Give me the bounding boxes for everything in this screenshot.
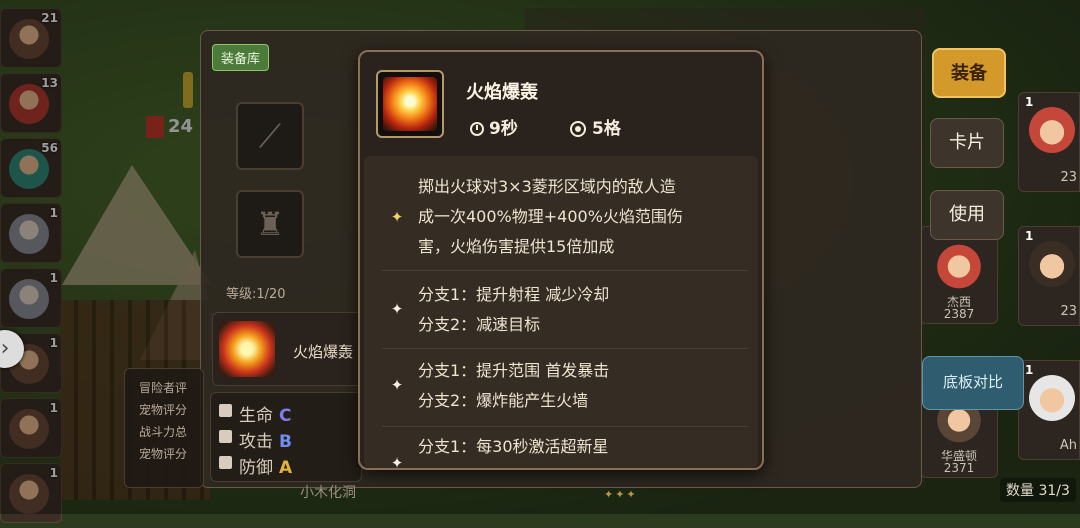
card-power: 23 — [1060, 170, 1077, 185]
card-power: Ah — [1059, 438, 1077, 453]
stat-name: 生命 — [239, 406, 273, 426]
fire-explosion-icon — [219, 321, 275, 377]
sparkle-icon: ✦ — [390, 376, 404, 394]
card-level: 1 — [1025, 95, 1034, 109]
sparkle-icon: ✦ — [390, 454, 404, 470]
hero-portrait — [1029, 107, 1075, 153]
inventory-card[interactable]: 1 Ah — [1018, 360, 1080, 460]
inventory-card[interactable]: 杰西 2387 — [920, 226, 998, 324]
fire-explosion-icon — [383, 77, 437, 131]
skill-name: 火焰爆轰 — [293, 343, 354, 361]
shield-icon — [219, 456, 232, 469]
equipment-level: 等级:1/20 — [226, 287, 286, 302]
cooldown-stat: 9秒 — [470, 114, 518, 139]
card-level: 1 — [1025, 363, 1034, 377]
item-count: 数量 31/3 — [1000, 478, 1076, 502]
description-line: 掷出火球对3×3菱形区域内的敌人造 — [418, 177, 676, 196]
adventurer-info: 冒险者评 宠物评分 战斗力总 宠物评分 — [124, 368, 204, 488]
skill-icon-frame — [376, 70, 444, 138]
skill-title: 火焰爆轰 — [466, 82, 538, 103]
branch-group: 分支1：提升范围 首发暴击 分支2：爆炸能产生火墙 — [418, 356, 738, 416]
divider — [382, 426, 748, 427]
weapon-slot[interactable]: ⟋ — [236, 102, 304, 170]
card-button[interactable]: 卡片 — [930, 118, 1004, 168]
branch-line: 分支2：爆炸能产生火墙 — [418, 391, 589, 410]
card-level: 1 — [1025, 229, 1034, 243]
sparkle-icon: ✦ — [390, 208, 404, 226]
stat-grades: 生命 C 攻击 B 防御 A — [210, 392, 362, 482]
hero-portrait — [931, 239, 987, 289]
sparkle-icon: ✦ — [390, 300, 404, 318]
branch-line: 分支1：提升射程 减少冷却 — [418, 285, 610, 304]
skill-tooltip: 火焰爆轰 9秒 5格 ✦ 掷出火球对3×3菱形区域内的敌人造 成一次400%物理… — [358, 50, 764, 470]
stat-grade: B — [279, 432, 292, 452]
info-line: 宠物评分 — [139, 447, 188, 461]
compare-button[interactable]: 底板对比 — [922, 356, 1024, 410]
card-power: 23 — [1060, 304, 1077, 319]
inventory-card[interactable]: 1 23 — [1018, 226, 1080, 326]
armor-icon: ♜ — [255, 205, 285, 243]
stat-defense: 防御 A — [219, 453, 293, 478]
bottom-text: 小木化洞 — [300, 485, 356, 501]
stat-name: 攻击 — [239, 432, 273, 452]
description-line: 害，火焰伤害提供15倍加成 — [418, 237, 615, 256]
inventory-card[interactable]: 1 23 — [1018, 92, 1080, 192]
stat-grade: A — [279, 458, 293, 478]
hero-portrait — [1029, 241, 1075, 287]
sword-icon — [219, 430, 232, 443]
info-line: 宠物评分 — [139, 403, 188, 417]
heart-icon — [219, 404, 232, 417]
skill-details: ✦ 掷出火球对3×3菱形区域内的敌人造 成一次400%物理+400%火焰范围伤 … — [364, 156, 758, 468]
use-button[interactable]: 使用 — [930, 190, 1004, 240]
stat-attack: 攻击 B — [219, 427, 292, 452]
info-line: 冒险者评 — [139, 381, 188, 395]
branch-group: 分支1：每30秒激活超新星 — [418, 432, 738, 462]
clock-icon — [470, 122, 484, 136]
branch-line: 分支1：提升范围 首发暴击 — [418, 361, 610, 380]
armor-slot[interactable]: ♜ — [236, 190, 304, 258]
skill-description: 掷出火球对3×3菱形区域内的敌人造 成一次400%物理+400%火焰范围伤 害，… — [418, 172, 738, 262]
branch-line: 分支2：减速目标 — [418, 315, 541, 334]
divider — [382, 270, 748, 271]
equipment-store-tab[interactable]: 装备库 — [212, 44, 270, 71]
card-power: 2387 — [943, 307, 975, 321]
info-line: 战斗力总 — [139, 425, 188, 439]
branch-group: 分支1：提升射程 减少冷却 分支2：减速目标 — [418, 280, 738, 340]
range-stat: 5格 — [570, 114, 621, 139]
cooldown-value: 9秒 — [489, 119, 518, 139]
star-rating: ✦✦✦ — [604, 488, 638, 501]
branch-line: 分支1：每30秒激活超新星 — [418, 437, 609, 456]
range-value: 5格 — [592, 119, 621, 139]
equipped-skill[interactable]: 火焰爆轰 — [212, 312, 364, 386]
target-icon — [570, 121, 586, 137]
stat-grade: C — [279, 406, 292, 426]
card-power: 2371 — [943, 461, 975, 475]
equip-button[interactable]: 装备 — [932, 48, 1006, 98]
staff-icon: ⟋ — [258, 117, 282, 155]
hero-portrait — [1029, 375, 1075, 421]
divider — [382, 348, 748, 349]
description-line: 成一次400%物理+400%火焰范围伤 — [418, 207, 683, 226]
stat-name: 防御 — [239, 458, 273, 478]
stat-hp: 生命 C — [219, 401, 292, 426]
